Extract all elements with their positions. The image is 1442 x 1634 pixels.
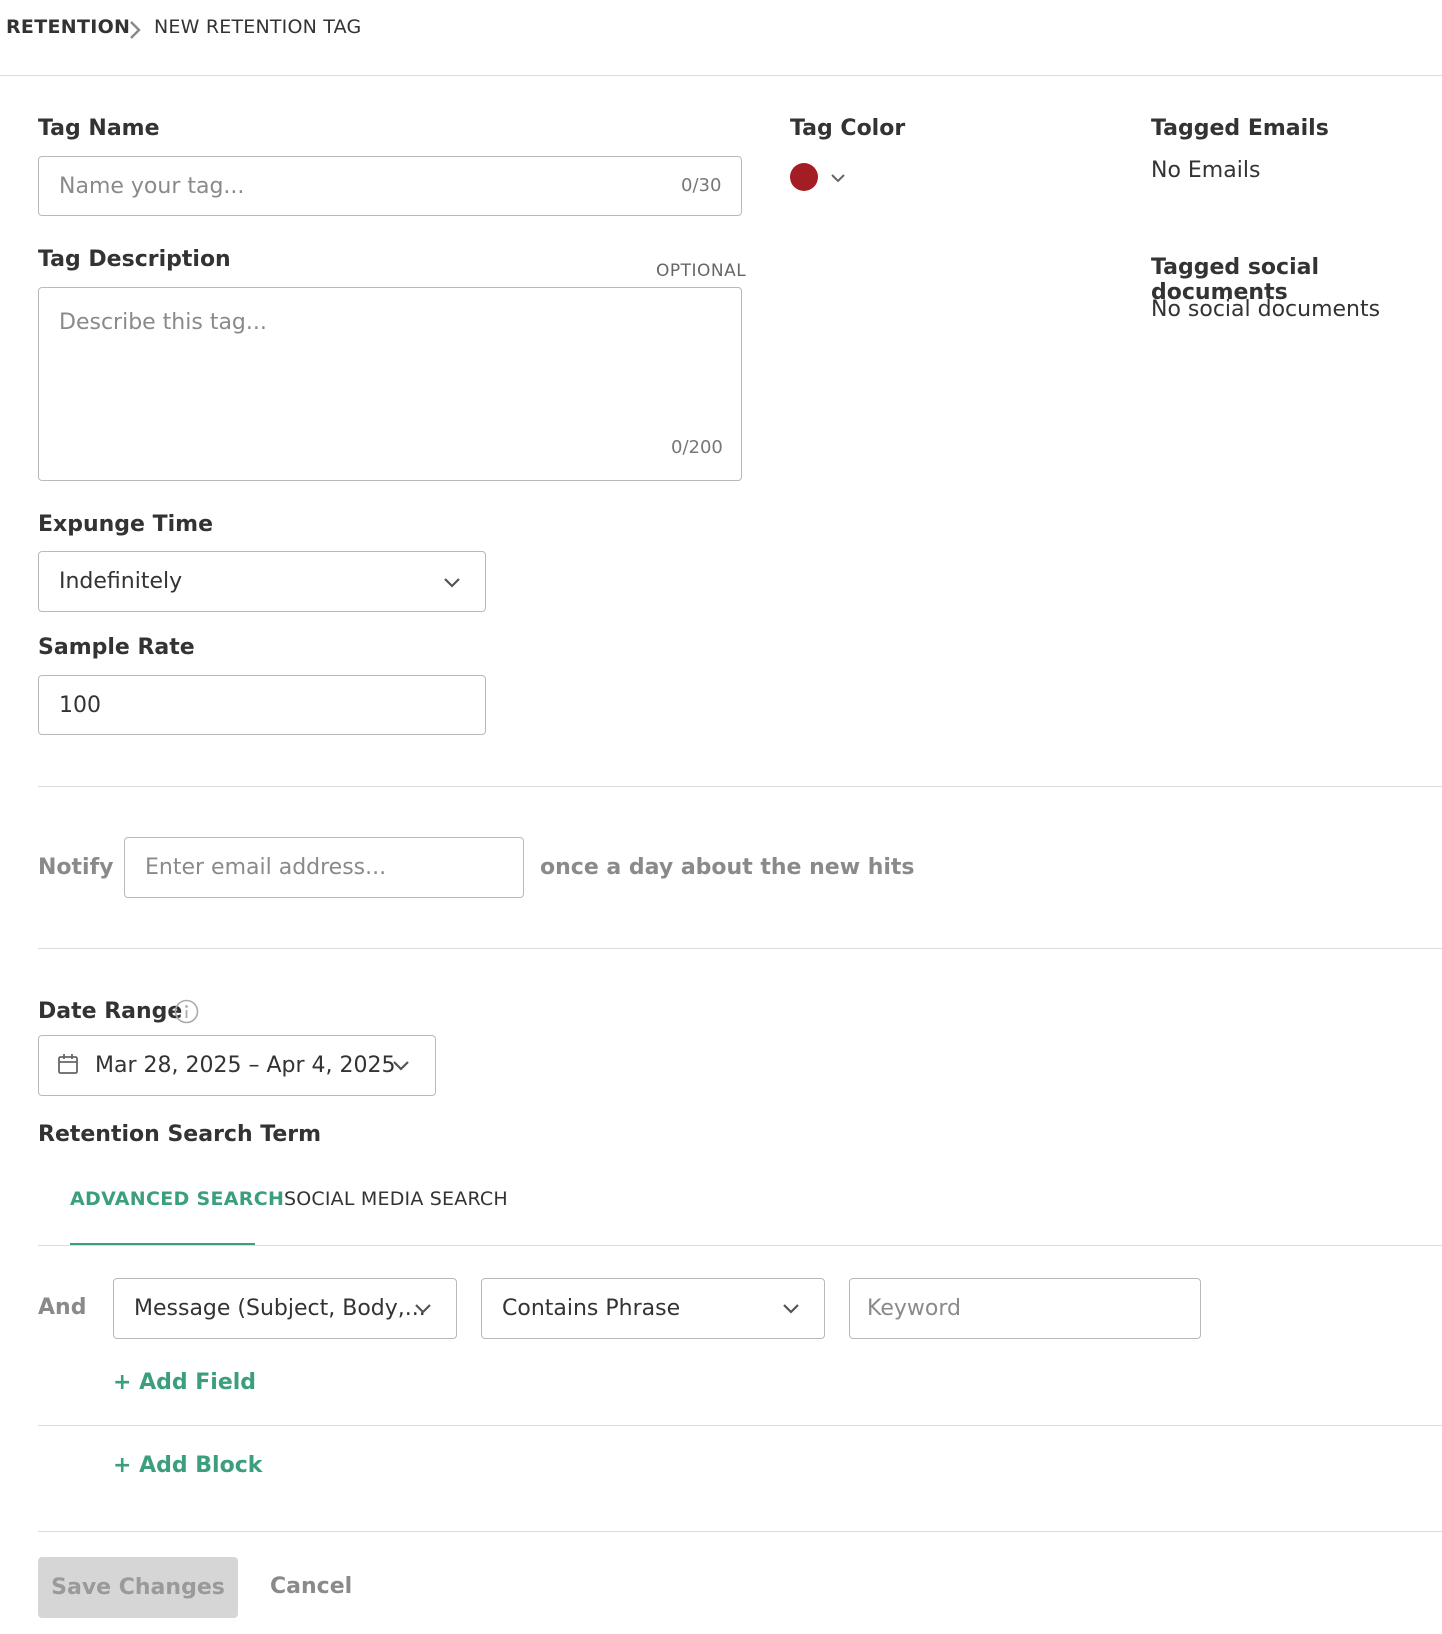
tagged-social-value: No social documents: [1151, 297, 1381, 322]
optional-label: OPTIONAL: [656, 261, 747, 281]
expunge-time-value: Indefinitely: [59, 569, 183, 594]
search-condition-value: Contains Phrase: [502, 1296, 681, 1321]
cancel-button[interactable]: Cancel: [270, 1574, 352, 1599]
sample-rate-value: 100: [59, 692, 101, 718]
add-field-button[interactable]: + Add Field: [113, 1370, 256, 1395]
expunge-time-label: Expunge Time: [38, 512, 214, 537]
date-range-value: Mar 28, 2025 – Apr 4, 2025: [95, 1053, 396, 1078]
section-divider: [38, 786, 1442, 787]
save-changes-button[interactable]: Save Changes: [38, 1557, 238, 1618]
notify-suffix: once a day about the new hits: [540, 855, 915, 880]
breadcrumb-root[interactable]: RETENTION: [6, 16, 130, 38]
chevron-down-icon: [415, 1304, 431, 1314]
tag-name-counter: 0/30: [681, 175, 722, 196]
notify-email-input[interactable]: Enter email address...: [124, 837, 524, 898]
chevron-down-icon[interactable]: [828, 168, 848, 188]
header-divider: [0, 75, 1442, 76]
section-divider: [38, 948, 1442, 949]
info-icon[interactable]: [174, 999, 199, 1024]
keyword-placeholder: Keyword: [867, 1296, 961, 1321]
section-divider: [38, 1531, 1442, 1532]
date-range-picker[interactable]: Mar 28, 2025 – Apr 4, 2025: [38, 1035, 436, 1096]
breadcrumb-current: NEW RETENTION TAG: [154, 16, 362, 38]
tab-social-media-search[interactable]: SOCIAL MEDIA SEARCH: [284, 1188, 508, 1210]
tag-color-label: Tag Color: [790, 116, 906, 141]
keyword-input[interactable]: Keyword: [849, 1278, 1201, 1339]
add-block-button[interactable]: + Add Block: [113, 1453, 262, 1478]
tabs-divider: [38, 1245, 1442, 1246]
search-term-label: Retention Search Term: [38, 1122, 322, 1147]
search-field-value: Message (Subject, Body,...: [134, 1296, 426, 1321]
section-divider: [38, 1425, 1442, 1426]
date-range-label: Date Range: [38, 999, 183, 1024]
tag-description-textarea[interactable]: Describe this tag...: [38, 287, 742, 481]
notify-email-placeholder: Enter email address...: [145, 855, 387, 880]
chevron-down-icon: [393, 1061, 409, 1071]
search-field-select[interactable]: Message (Subject, Body,...: [113, 1278, 457, 1339]
chevron-down-icon: [444, 578, 460, 588]
tag-name-input[interactable]: Name your tag...: [38, 156, 742, 216]
tab-advanced-search[interactable]: ADVANCED SEARCH: [70, 1188, 284, 1210]
tag-description-counter: 0/200: [671, 437, 723, 458]
tag-color-swatch[interactable]: [790, 163, 818, 191]
expunge-time-select[interactable]: Indefinitely: [38, 551, 486, 612]
chevron-down-icon: [783, 1304, 799, 1314]
search-operator: And: [38, 1295, 87, 1320]
tagged-emails-label: Tagged Emails: [1151, 116, 1329, 141]
tag-description-placeholder: Describe this tag...: [59, 310, 267, 335]
calendar-icon: [58, 1054, 78, 1074]
sample-rate-label: Sample Rate: [38, 635, 195, 660]
notify-label: Notify: [38, 855, 114, 880]
chevron-right-icon: [130, 21, 141, 39]
search-condition-select[interactable]: Contains Phrase: [481, 1278, 825, 1339]
tagged-emails-value: No Emails: [1151, 158, 1261, 183]
tag-name-placeholder: Name your tag...: [59, 173, 245, 199]
tag-description-label: Tag Description: [38, 247, 231, 272]
tag-name-label: Tag Name: [38, 116, 160, 141]
sample-rate-input[interactable]: 100: [38, 675, 486, 735]
